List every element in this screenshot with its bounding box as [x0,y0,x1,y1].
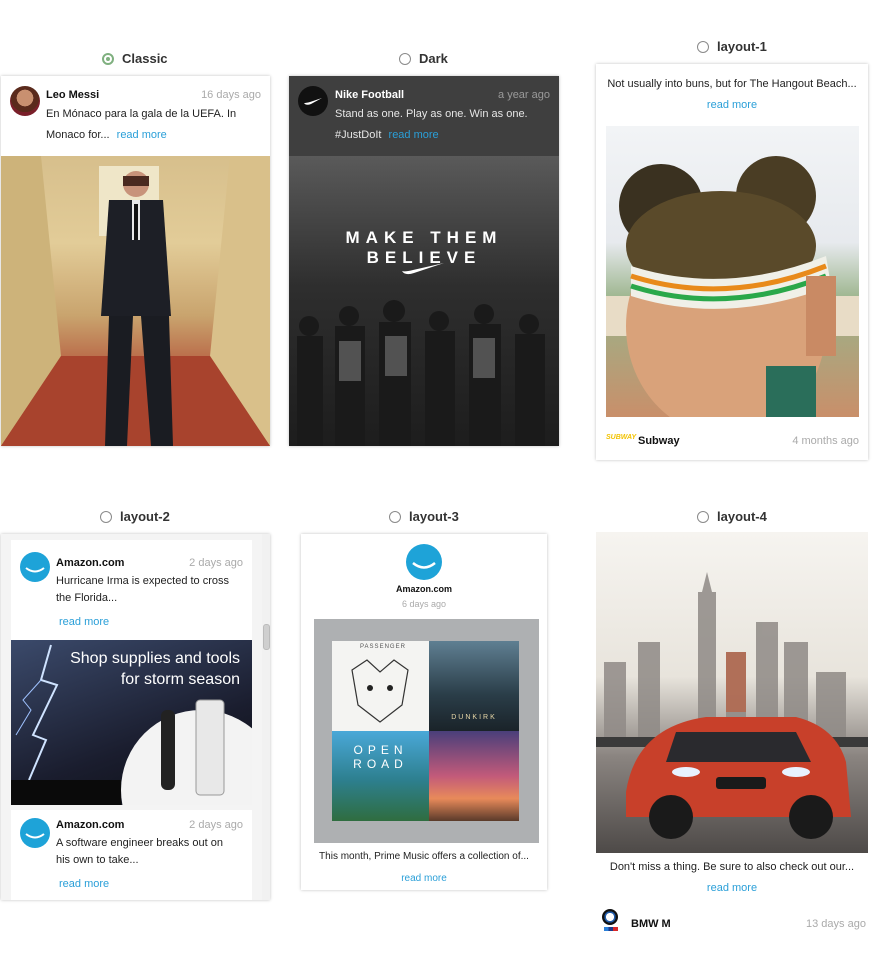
album-title: DUNKIRK [451,714,497,721]
album-cover: DUNKIRK [429,641,519,731]
option-layout-3[interactable]: layout-3 [389,509,459,524]
amazon-smile-icon [412,562,436,569]
scrollbar-thumb[interactable] [263,624,270,650]
classic-post-image[interactable] [1,156,270,446]
city-car-illustration [596,572,868,839]
radio-layout-4[interactable] [697,510,709,523]
album-cover [429,731,519,821]
option-label: layout-2 [120,509,170,524]
read-more-wrap: read more [301,868,547,886]
option-label: Classic [122,51,168,66]
nike-avatar[interactable] [298,86,328,116]
messi-avatar[interactable] [10,86,40,116]
nike-swoosh-icon [402,263,444,275]
read-more-wrap: read more [59,874,109,892]
bmw-logo-icon[interactable] [602,909,618,925]
dark-post-image[interactable]: MAKE THEM BELIEVE [289,156,559,446]
read-more-link[interactable]: read more [59,878,109,890]
post-text-line2: Monaco for... [46,129,110,141]
radio-layout-1[interactable] [697,40,709,53]
post-time: 16 days ago [201,89,261,101]
dark-card: Nike Football a year ago Stand as one. P… [289,76,559,446]
feed-item: Amazon.com 2 days ago A software enginee… [11,810,252,900]
post-author[interactable]: Amazon.com [301,584,547,594]
storm-banner-image[interactable]: Shop supplies and tools for storm season [11,640,252,805]
bmw-m-stripes-icon [604,927,618,931]
album-title: OPEN ROAD [353,743,408,771]
amazon-avatar[interactable] [20,552,50,582]
post-text-line2-wrap: #JustDoIt read more [335,125,439,145]
classic-card: Leo Messi 16 days ago En Mónaco para la … [1,76,270,446]
album-cover: PASSENGER [332,641,429,731]
post-text-line2: the Florida... [56,592,118,604]
glitter-hair-illustration [606,156,859,417]
banner-line2: for storm season [120,671,240,688]
amazon-avatar[interactable] [20,818,50,848]
option-dark[interactable]: Dark [399,51,448,66]
amazon-smile-icon [25,567,45,573]
post-author[interactable]: Amazon.com [56,557,124,569]
post-text-line2: #JustDoIt [335,129,382,141]
album-cover: OPEN ROAD [332,731,429,821]
option-label: Dark [419,51,448,66]
layout-1-post-image[interactable] [606,126,859,417]
post-text: Don't miss a thing. Be sure to also chec… [609,861,855,873]
read-more-link[interactable]: read more [401,873,447,884]
post-time: a year ago [498,89,550,101]
option-label: layout-3 [409,509,459,524]
read-more-link[interactable]: read more [59,616,109,628]
feed-item: Amazon.com 2 days ago Hurricane Irma is … [11,540,252,805]
post-text: This month, Prime Music offers a collect… [319,851,529,862]
post-author[interactable]: BMW M [631,918,671,930]
subway-logo: SUBWAY [606,434,637,441]
post-text-line1: Stand as one. Play as one. Win as one. [335,108,528,120]
read-more-wrap: read more [596,878,868,896]
radio-layout-2[interactable] [100,510,112,523]
post-time: 2 days ago [189,819,243,831]
post-time: 13 days ago [806,918,866,930]
radio-dark[interactable] [399,52,411,65]
nike-swoosh-icon [304,98,322,105]
option-label: layout-1 [717,39,767,54]
banner-line1: Shop supplies and tools [70,650,240,667]
option-layout-1[interactable]: layout-1 [697,39,767,54]
players-silhouette [297,300,545,446]
option-label: layout-4 [717,509,767,524]
post-text: Not usually into buns, but for The Hango… [607,78,857,90]
layout-4-post-image[interactable] [596,532,868,853]
read-more-wrap: read more [596,95,868,113]
layout-3-post-image[interactable]: PASSENGER DUNKIRK OPEN ROAD [314,619,539,843]
post-time: 6 days ago [401,599,447,609]
layout-2-card[interactable]: Amazon.com 2 days ago Hurricane Irma is … [1,534,270,900]
post-text-line2-wrap: Monaco for... read more [46,125,167,145]
option-layout-4[interactable]: layout-4 [697,509,767,524]
post-author[interactable]: Nike Football [335,89,404,101]
post-author[interactable]: Leo Messi [46,89,99,101]
read-more-link[interactable]: read more [117,129,167,141]
wolf-sketch-icon [351,659,409,723]
option-classic[interactable]: Classic [102,51,168,66]
layout-1-card: Not usually into buns, but for The Hango… [596,64,868,460]
read-more-link[interactable]: read more [707,99,757,111]
post-time: 4 months ago [792,435,859,447]
scrollbar[interactable] [262,534,270,900]
read-more-link[interactable]: read more [707,882,757,894]
post-author[interactable]: Amazon.com [56,819,124,831]
post-text-line1: En Mónaco para la gala de la UEFA. In [46,108,237,120]
post-time: 2 days ago [189,557,243,569]
radio-classic[interactable] [102,52,114,65]
banner-caption: Shop supplies and tools for storm season [70,648,240,690]
post-author[interactable]: Subway [638,435,680,447]
option-layout-2[interactable]: layout-2 [100,509,170,524]
post-text-line2: his own to take... [56,854,139,866]
layout-3-card: Amazon.com 6 days ago PASSENGER DUNKIRK … [301,534,547,890]
hallway-illustration [1,156,270,446]
read-more-wrap: read more [59,612,109,630]
amazon-smile-icon [25,833,45,839]
read-more-link[interactable]: read more [389,129,439,141]
radio-layout-3[interactable] [389,510,401,523]
amazon-avatar[interactable] [406,544,442,580]
